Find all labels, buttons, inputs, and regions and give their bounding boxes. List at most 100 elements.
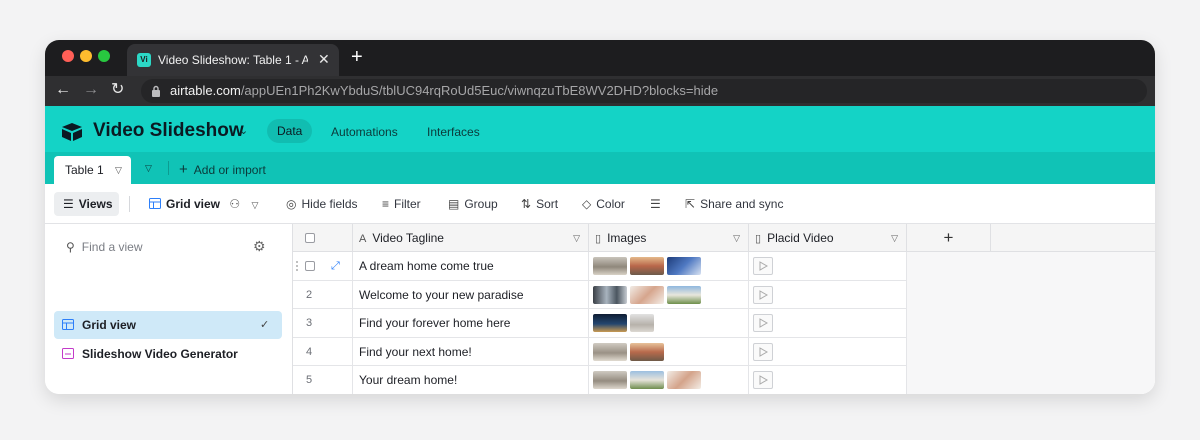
table-tab-table-1[interactable]: Table 1 ▽ — [54, 156, 131, 184]
images-cell[interactable] — [589, 366, 749, 394]
nav-data[interactable]: Data — [267, 119, 313, 143]
minimize-window-button[interactable] — [80, 50, 92, 62]
tab-title: Video Slideshow: Table 1 - Airtable — [158, 53, 308, 67]
column-header-placid-video[interactable]: ▯ Placid Video ▽ — [749, 224, 907, 252]
column-header-images[interactable]: ▯ Images ▽ — [589, 224, 749, 252]
close-window-button[interactable] — [62, 50, 74, 62]
grid-icon — [149, 198, 161, 209]
image-thumbnail[interactable] — [667, 371, 701, 389]
play-icon — [759, 289, 768, 300]
video-attachment[interactable] — [753, 314, 773, 332]
sidebar-item-grid-view[interactable]: Grid view ✓ — [54, 311, 282, 339]
forward-arrow-icon[interactable]: → — [83, 81, 99, 99]
video-attachment[interactable] — [753, 371, 773, 389]
base-name[interactable]: Video Slideshow — [93, 120, 244, 142]
lock-icon — [152, 85, 160, 97]
row-number-cell: ⤢ — [293, 252, 353, 280]
video-attachment[interactable] — [753, 285, 773, 304]
find-view-input[interactable]: ⚲ Find a view — [66, 240, 143, 254]
video-attachment[interactable] — [753, 342, 773, 361]
divider — [168, 161, 169, 175]
placid-video-cell[interactable] — [749, 252, 907, 280]
select-all-checkbox[interactable] — [305, 233, 315, 243]
sidebar-item-slideshow-video-generator[interactable]: Slideshow Video Generator — [54, 340, 282, 368]
tagline-cell[interactable]: Find your forever home here — [353, 309, 589, 337]
add-field-button[interactable]: + — [907, 224, 991, 252]
chevron-down-icon[interactable]: ▽ — [891, 224, 898, 252]
images-cell[interactable] — [589, 252, 749, 280]
airtable-favicon-icon: Vi — [137, 53, 151, 67]
expand-record-icon[interactable]: ⤢ — [331, 252, 340, 280]
image-thumbnail[interactable] — [593, 257, 627, 275]
image-thumbnail[interactable] — [630, 371, 664, 389]
grid-view-label: Grid view — [166, 197, 221, 211]
image-thumbnail[interactable] — [630, 285, 664, 304]
sort-icon: ⇅ — [521, 197, 532, 211]
table-row[interactable]: 4 Find your next home! — [293, 337, 907, 366]
text-field-icon: A — [359, 233, 367, 245]
image-thumbnail[interactable] — [630, 257, 664, 275]
placid-video-cell[interactable] — [749, 366, 907, 394]
share-and-sync-button[interactable]: ⇱ Share and sync — [685, 197, 783, 211]
nav-automations[interactable]: Automations — [331, 125, 398, 139]
tagline-cell[interactable]: Find your next home! — [353, 337, 589, 366]
column-header-video-tagline[interactable]: A Video Tagline ▽ — [353, 224, 589, 252]
image-thumbnail[interactable] — [630, 314, 654, 332]
share-icon: ⇱ — [685, 197, 696, 211]
chevron-down-icon[interactable]: ⌄ — [239, 124, 248, 137]
filter-button[interactable]: ≡ Filter — [382, 197, 421, 211]
group-label: Group — [464, 197, 498, 211]
tagline-cell[interactable]: A dream home come true — [353, 252, 589, 280]
close-tab-icon[interactable]: ✕ — [318, 51, 330, 68]
image-thumbnail[interactable] — [593, 342, 627, 361]
color-button[interactable]: ◇ Color — [582, 197, 625, 211]
placid-video-cell[interactable] — [749, 309, 907, 337]
image-thumbnail[interactable] — [593, 371, 627, 389]
placid-video-cell[interactable] — [749, 280, 907, 309]
check-icon: ✓ — [260, 319, 270, 331]
row-checkbox[interactable] — [305, 261, 315, 271]
add-or-import-label: Add or import — [193, 163, 266, 177]
image-thumbnail[interactable] — [667, 257, 701, 275]
add-or-import-button[interactable]: + Add or import — [179, 161, 266, 178]
image-thumbnail[interactable] — [630, 342, 664, 361]
all-tables-chevron-icon[interactable]: ▽ — [145, 163, 152, 174]
images-cell[interactable] — [589, 337, 749, 366]
chevron-down-icon[interactable]: ▽ — [115, 156, 122, 184]
chevron-down-icon[interactable]: ▽ — [733, 224, 740, 252]
tagline-cell[interactable]: Welcome to your new paradise — [353, 280, 589, 309]
hide-fields-button[interactable]: ◎ Hide fields — [286, 197, 358, 211]
browser-tab[interactable]: Vi Video Slideshow: Table 1 - Airtable ✕ — [127, 44, 339, 76]
column-label: Images — [607, 231, 647, 245]
table-row[interactable]: 5 Your dream home! — [293, 366, 907, 394]
images-cell[interactable] — [589, 309, 749, 337]
views-button[interactable]: ☰ Views — [54, 192, 119, 216]
placid-video-cell[interactable] — [749, 337, 907, 366]
gear-icon[interactable]: ⚙ — [253, 238, 266, 255]
column-label: Placid Video — [767, 231, 834, 245]
grid-view-switcher[interactable]: Grid view ⚇ ▽ — [149, 197, 258, 211]
url-host: airtable.com — [170, 83, 241, 98]
image-thumbnail[interactable] — [667, 285, 701, 304]
hamburger-icon: ☰ — [63, 197, 74, 211]
address-bar[interactable]: airtable.com/appUEn1Ph2KwYbduS/tblUC94rq… — [141, 79, 1147, 103]
table-row[interactable]: 3 Find your forever home here — [293, 309, 907, 338]
maximize-window-button[interactable] — [98, 50, 110, 62]
nav-interfaces[interactable]: Interfaces — [427, 125, 480, 139]
image-thumbnail[interactable] — [593, 314, 627, 332]
group-button[interactable]: ▤ Group — [448, 197, 498, 211]
back-arrow-icon[interactable]: ← — [55, 81, 71, 99]
reload-icon[interactable]: ↻ — [111, 81, 124, 99]
tagline-cell[interactable]: Your dream home! — [353, 366, 589, 394]
new-tab-icon[interactable]: + — [351, 46, 363, 68]
sort-button[interactable]: ⇅ Sort — [521, 197, 558, 211]
image-thumbnail[interactable] — [593, 285, 627, 304]
row-height-button[interactable]: ☰ — [650, 197, 666, 211]
table-row[interactable]: ⤢ A dream home come true — [293, 252, 907, 281]
images-cell[interactable] — [589, 280, 749, 309]
video-attachment[interactable] — [753, 257, 773, 275]
drag-handle-icon[interactable] — [295, 260, 299, 272]
table-row[interactable]: 2 Welcome to your new paradise — [293, 280, 907, 309]
play-icon — [759, 346, 768, 357]
chevron-down-icon[interactable]: ▽ — [573, 224, 580, 252]
